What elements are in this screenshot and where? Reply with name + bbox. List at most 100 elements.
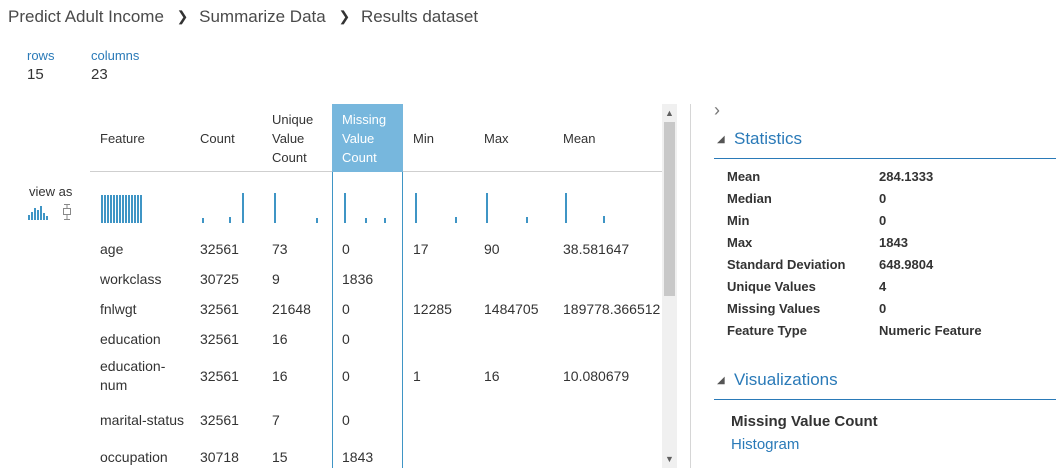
header-max[interactable]: Max (474, 104, 553, 172)
boxplot-icon[interactable] (63, 204, 71, 220)
header-min[interactable]: Min (403, 104, 474, 172)
breadcrumb-module[interactable]: Summarize Data (199, 7, 326, 27)
cell-count: 32561 (200, 367, 239, 384)
header-unique-value-count[interactable]: Unique Value Count (262, 104, 332, 172)
histogram-min[interactable] (415, 193, 457, 223)
table-row[interactable]: education 32561 16 0 (90, 324, 662, 354)
rows-value: 15 (27, 66, 44, 83)
histogram-missing-value-count[interactable] (344, 193, 386, 223)
chevron-right-icon: ❯ (176, 8, 189, 24)
cell-unique-value-count: 16 (272, 367, 288, 384)
cell-min (403, 324, 474, 354)
visualization-chart-title: Missing Value Count (731, 413, 878, 430)
column-histograms-row (101, 193, 605, 223)
panel-divider (690, 104, 691, 468)
cell-max: 16 (484, 367, 500, 384)
histogram-icon[interactable] (28, 206, 48, 220)
header-count[interactable]: Count (190, 104, 262, 172)
histogram-mean[interactable] (565, 193, 605, 223)
columns-value: 23 (91, 66, 108, 83)
cell-missing-value-count: 0 (342, 330, 350, 347)
table-row[interactable]: marital-status 32561 7 0 (90, 398, 662, 442)
histogram-feature[interactable] (101, 195, 142, 223)
cell-feature: marital-status (100, 411, 185, 428)
chevron-right-icon[interactable]: › (714, 100, 720, 121)
cell-feature: education-num (100, 358, 166, 393)
table-header: Feature Count Unique Value Count Missing… (90, 104, 662, 172)
cell-count: 32561 (200, 240, 239, 257)
view-as-label: view as (29, 184, 73, 199)
visualization-type-link[interactable]: Histogram (731, 436, 799, 453)
visualizations-divider (714, 399, 1056, 400)
cell-feature: workclass (100, 270, 162, 287)
cell-missing-value-count: 1843 (342, 448, 374, 465)
table-row[interactable]: workclass 30725 9 1836 (90, 264, 662, 294)
cell-unique-value-count: 16 (272, 330, 288, 347)
cell-max (474, 442, 553, 468)
cell-feature: fnlwgt (100, 300, 137, 317)
histogram-unique-value-count[interactable] (274, 193, 318, 223)
stat-row-feature-type: Feature Type Numeric Feature (727, 323, 1047, 345)
visualizations-section-title[interactable]: Visualizations (734, 370, 838, 390)
scroll-down-icon[interactable]: ▼ (662, 452, 677, 466)
cell-feature: age (100, 240, 124, 257)
breadcrumb-output: Results dataset (360, 7, 479, 26)
stat-key: Missing Values (727, 301, 821, 316)
stat-value: 0 (879, 191, 887, 206)
cell-max: 90 (484, 240, 500, 257)
stat-row-missing-values: Missing Values 0 (727, 301, 1047, 323)
cell-mean (553, 324, 662, 354)
cell-min: 17 (413, 240, 429, 257)
cell-missing-value-count: 0 (342, 240, 350, 257)
cell-max (474, 398, 553, 442)
cell-feature: education (100, 330, 161, 347)
cell-max (474, 264, 553, 294)
rows-stat: rows 15 (27, 48, 54, 83)
cell-min: 12285 (413, 300, 452, 317)
cell-unique-value-count: 73 (272, 240, 288, 257)
cell-missing-value-count: 0 (342, 300, 350, 317)
header-feature[interactable]: Feature (90, 104, 190, 172)
table-scrollbar[interactable]: ▲ ▼ (662, 104, 677, 468)
collapse-triangle-icon[interactable]: ◢ (717, 375, 725, 386)
cell-unique-value-count: 15 (272, 448, 288, 465)
cell-missing-value-count: 0 (342, 367, 350, 384)
cell-mean: 189778.366512 (563, 300, 661, 317)
statistics-section-title[interactable]: Statistics (734, 129, 802, 149)
histogram-max[interactable] (486, 193, 528, 223)
header-mean[interactable]: Mean (553, 104, 662, 172)
stat-key: Mean (727, 169, 761, 184)
stat-value: 284.1333 (879, 169, 934, 184)
table-row[interactable]: occupation 30718 15 1843 (90, 442, 662, 468)
cell-count: 32561 (200, 300, 239, 317)
collapse-triangle-icon[interactable]: ◢ (717, 134, 725, 145)
table-row[interactable]: fnlwgt 32561 21648 0 12285 1484705 18977… (90, 294, 662, 324)
breadcrumb-experiment[interactable]: Predict Adult Income (8, 7, 164, 27)
stat-key: Standard Deviation (727, 257, 846, 272)
stat-row-max: Max 1843 (727, 235, 1047, 257)
cell-mean (553, 442, 662, 468)
stat-key: Feature Type (727, 323, 807, 338)
cell-max (474, 324, 553, 354)
scroll-up-icon[interactable]: ▲ (662, 106, 677, 120)
stat-key: Max (727, 235, 753, 250)
table-row[interactable]: education-num 32561 16 0 1 16 10.080679 (90, 354, 662, 398)
cell-unique-value-count: 9 (272, 270, 280, 287)
summary-table: Feature Count Unique Value Count Missing… (90, 104, 662, 468)
stat-value: Numeric Feature (879, 323, 982, 338)
rows-label: rows (27, 48, 55, 63)
header-missing-value-count[interactable]: Missing Value Count (332, 104, 403, 172)
stat-row-standard-deviation: Standard Deviation 648.9804 (727, 257, 1047, 279)
cell-unique-value-count: 21648 (272, 300, 311, 317)
table-row[interactable]: age 32561 73 0 17 90 38.581647 (90, 234, 662, 264)
cell-mean (553, 398, 662, 442)
stat-value: 648.9804 (879, 257, 934, 272)
scrollbar-thumb[interactable] (664, 122, 675, 296)
stat-key: Unique Values (727, 279, 816, 294)
histogram-count[interactable] (202, 193, 244, 223)
cell-mean (553, 264, 662, 294)
statistics-divider (714, 158, 1056, 159)
stat-row-unique-values: Unique Values 4 (727, 279, 1047, 301)
cell-mean: 38.581647 (563, 240, 630, 257)
stat-value: 0 (879, 301, 887, 316)
